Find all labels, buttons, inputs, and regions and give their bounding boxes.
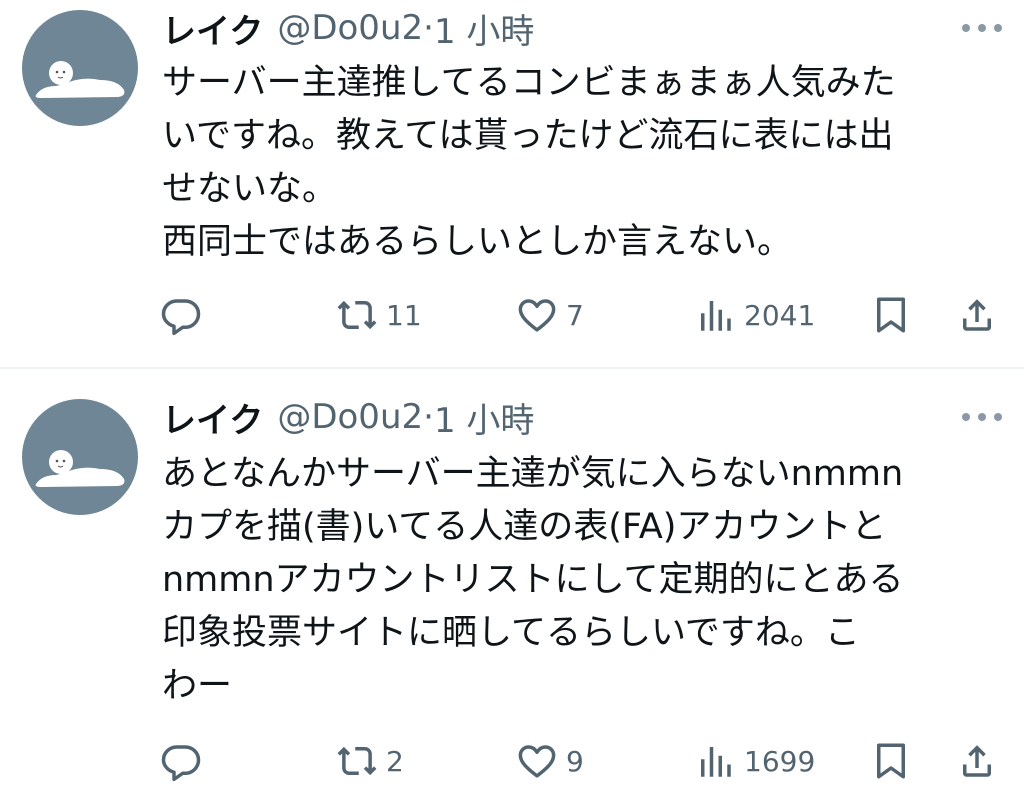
action-bar: 11 7 2041: [160, 290, 1005, 340]
bookmark-icon: [877, 743, 905, 779]
like-count: 9: [566, 744, 584, 778]
tweet[interactable]: レイク @Do0u2 · 1 小時 サーバー主達推してるコンビまぁまぁ人気みた …: [0, 0, 1024, 368]
heart-icon: [518, 745, 556, 778]
handle[interactable]: @Do0u2: [277, 397, 423, 437]
views-button[interactable]: 1699: [694, 736, 815, 786]
reply-icon: [161, 299, 201, 336]
views-count: 2041: [744, 298, 816, 332]
views-button[interactable]: 2041: [694, 290, 815, 340]
tweet-text: サーバー主達推してるコンビまぁまぁ人気みた いですね。教えては貰ったけど流石に表…: [162, 57, 1002, 269]
timestamp[interactable]: 1 小時: [434, 393, 534, 442]
display-name[interactable]: レイク: [162, 4, 263, 53]
like-count: 7: [566, 298, 584, 332]
separator-dot: ·: [423, 397, 434, 437]
handle[interactable]: @Do0u2: [277, 8, 423, 48]
share-button[interactable]: [956, 736, 998, 786]
action-bar: 2 9 1699: [160, 736, 1005, 786]
like-button[interactable]: 7: [516, 290, 584, 340]
tweet-text-line: いですね。教えては貰ったけど流石に表には出: [162, 116, 894, 156]
like-button[interactable]: 9: [516, 736, 584, 786]
tweet-text: あとなんかサーバー主達が気に入らないnmmn カプを描(書)いてる人達の表(FA…: [162, 448, 1002, 713]
bookmark-button[interactable]: [870, 290, 912, 340]
display-name[interactable]: レイク: [162, 393, 263, 442]
more-icon[interactable]: [962, 407, 1002, 427]
avatar[interactable]: [22, 10, 138, 126]
reply-button[interactable]: [160, 290, 202, 340]
bookmark-button[interactable]: [870, 736, 912, 786]
retweet-icon: [337, 300, 377, 330]
share-icon: [963, 745, 991, 777]
retweet-icon: [337, 746, 377, 776]
views-icon: [701, 747, 731, 777]
reply-button[interactable]: [160, 736, 202, 786]
views-count: 1699: [744, 744, 816, 778]
retweet-count: 2: [386, 744, 404, 778]
more-icon[interactable]: [962, 18, 1002, 38]
heart-icon: [518, 299, 556, 332]
separator-dot: ·: [423, 8, 434, 48]
tweet-header: レイク @Do0u2 · 1 小時: [162, 392, 924, 442]
avatar-illustration: [35, 450, 125, 487]
tweet-text-line: わー: [162, 666, 233, 706]
tweet-text-line: 印象投票サイトに晒してるらしいですね。こ: [162, 613, 860, 653]
tweet-text-line: 西同士ではあるらしいとしか言えない。: [162, 222, 793, 262]
bookmark-icon: [877, 297, 905, 333]
avatar[interactable]: [22, 399, 138, 515]
tweet-text-line: nmmnアカウントリストにして定期的にとある: [162, 560, 904, 600]
tweet-text-line: カプを描(書)いてる人達の表(FA)アカウントと: [162, 507, 887, 547]
tweet-text-line: あとなんかサーバー主達が気に入らないnmmn: [162, 454, 904, 494]
timestamp[interactable]: 1 小時: [434, 4, 534, 53]
reply-icon: [161, 745, 201, 782]
tweet-text-line: サーバー主達推してるコンビまぁまぁ人気みた: [162, 63, 896, 103]
views-icon: [701, 301, 731, 331]
retweet-button[interactable]: 11: [336, 290, 422, 340]
tweet[interactable]: レイク @Do0u2 · 1 小時 あとなんかサーバー主達が気に入らないnmmn…: [0, 369, 1024, 794]
share-button[interactable]: [956, 290, 998, 340]
share-icon: [963, 299, 991, 331]
tweet-text-line: せないな。: [162, 169, 338, 209]
retweet-button[interactable]: 2: [336, 736, 404, 786]
retweet-count: 11: [386, 298, 422, 332]
avatar-illustration: [35, 61, 125, 98]
tweet-header: レイク @Do0u2 · 1 小時: [162, 3, 924, 53]
